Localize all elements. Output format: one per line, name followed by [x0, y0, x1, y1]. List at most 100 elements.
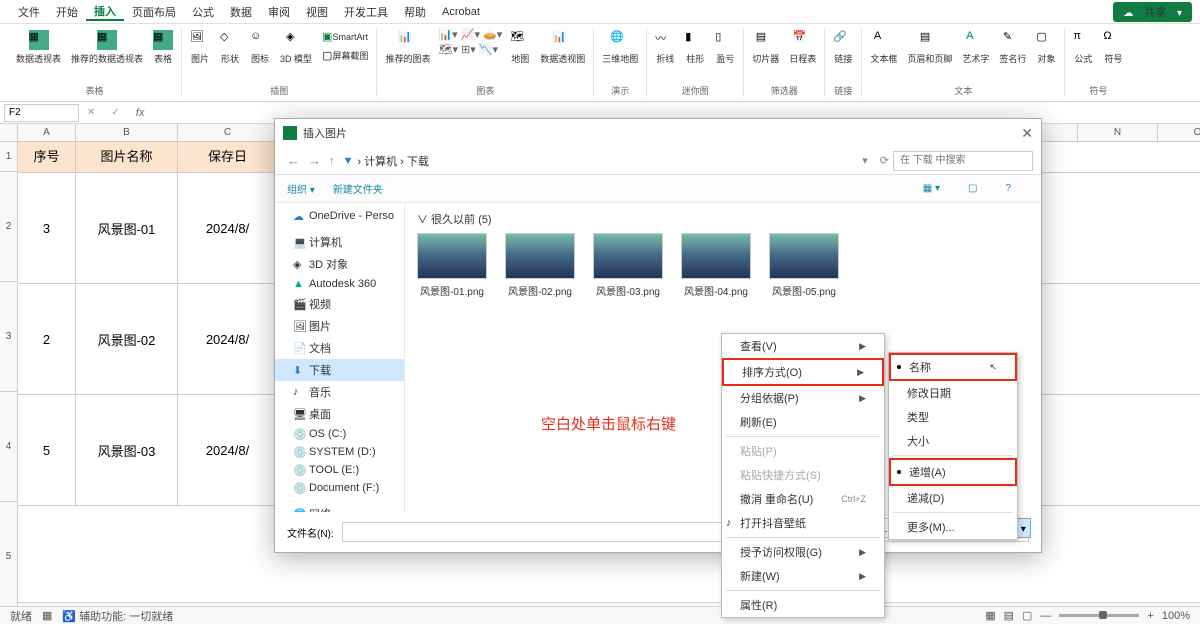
sidebar-3d[interactable]: ◈3D 对象 [275, 253, 404, 275]
sidebar-disk-e[interactable]: 💿TOOL (E:) [275, 461, 404, 479]
wordart-button[interactable]: A艺术字 [960, 28, 991, 67]
header-name[interactable]: 图片名称 [76, 142, 178, 172]
sidebar-pictures[interactable]: 🖼图片 [275, 315, 404, 337]
file-item[interactable]: 风景图-03.png [593, 233, 663, 298]
header-seq[interactable]: 序号 [18, 142, 76, 172]
textbox-button[interactable]: A文本框 [868, 28, 899, 67]
pivot-chart-button[interactable]: 📊数据透视图 [538, 28, 587, 67]
share-button[interactable]: ☁ 共享 ▾ [1113, 2, 1192, 22]
sort-asc[interactable]: 递增(A) [889, 458, 1017, 486]
equation-button[interactable]: π公式 [1071, 28, 1095, 67]
view-layout-icon[interactable]: ▤ [1004, 609, 1014, 622]
view-icon[interactable]: ▦ ▾ [923, 183, 940, 194]
organize-button[interactable]: 组织 ▾ [287, 181, 315, 196]
ctx-undo[interactable]: 撤消 重命名(U)Ctrl+Z [722, 487, 884, 511]
sidebar-network[interactable]: 🌐网络 [275, 503, 404, 512]
ctx-group[interactable]: 分组依据(P)▶ [722, 386, 884, 410]
shapes-button[interactable]: ◇形状 [218, 28, 242, 67]
ctx-douyin[interactable]: ♪打开抖音壁纸 [722, 511, 884, 535]
formula-cancel-icon[interactable]: ✕ [87, 107, 95, 118]
formula-enter-icon[interactable]: ✓ [111, 107, 119, 118]
sort-date[interactable]: 修改日期 [889, 381, 1017, 405]
header-date[interactable]: 保存日 [178, 142, 278, 172]
preview-icon[interactable]: ▢ [968, 183, 977, 194]
menu-formulas[interactable]: 公式 [184, 4, 222, 20]
nav-fwd-icon[interactable]: → [308, 153, 321, 168]
ctx-sort[interactable]: 排序方式(O)▶ [722, 358, 884, 386]
sort-size[interactable]: 大小 [889, 429, 1017, 453]
pivot-table-button[interactable]: ▦数据透视表 [14, 28, 63, 67]
menu-data[interactable]: 数据 [222, 4, 260, 20]
icons-button[interactable]: ☺图标 [248, 28, 272, 67]
ctx-access[interactable]: 授予访问权限(G)▶ [722, 540, 884, 564]
menu-help[interactable]: 帮助 [396, 4, 434, 20]
sidebar-disk-f[interactable]: 💿Document (F:) [275, 479, 404, 497]
menu-file[interactable]: 文件 [10, 4, 48, 20]
breadcrumb[interactable]: › 计算机 › 下载 [357, 153, 854, 169]
view-break-icon[interactable]: ▢ [1022, 609, 1032, 622]
ctx-properties[interactable]: 属性(R) [722, 593, 884, 617]
sidebar-music[interactable]: ♪音乐 [275, 381, 404, 403]
slicer-button[interactable]: ▤切片器 [750, 28, 781, 67]
sparkline-line[interactable]: 〰折线 [653, 28, 677, 67]
table-button[interactable]: ▦表格 [151, 28, 175, 67]
sidebar-downloads[interactable]: ⬇下载 [275, 359, 404, 381]
nav-back-icon[interactable]: ← [287, 153, 300, 168]
map-button[interactable]: 🗺地图 [508, 28, 532, 67]
ctx-view[interactable]: 查看(V)▶ [722, 334, 884, 358]
sidebar-video[interactable]: 🎬视频 [275, 293, 404, 315]
nav-up-icon[interactable]: ↑ [329, 155, 335, 167]
sort-more[interactable]: 更多(M)... [889, 515, 1017, 539]
sort-desc[interactable]: 递减(D) [889, 486, 1017, 510]
ctx-new[interactable]: 新建(W)▶ [722, 564, 884, 588]
sidebar-desktop[interactable]: 🖥桌面 [275, 403, 404, 425]
new-folder-button[interactable]: 新建文件夹 [333, 181, 383, 196]
menu-acrobat[interactable]: Acrobat [434, 6, 488, 18]
close-icon[interactable]: ✕ [1021, 125, 1033, 142]
sidebar-onedrive[interactable]: ☁OneDrive - Perso [275, 207, 404, 225]
sparkline-winloss[interactable]: ▯盈亏 [713, 28, 737, 67]
menu-dev[interactable]: 开发工具 [336, 4, 396, 20]
sort-name[interactable]: 名称↖ [889, 353, 1017, 381]
smartart-button[interactable]: ▣SmartArt [320, 28, 370, 45]
file-item[interactable]: 风景图-04.png [681, 233, 751, 298]
name-box[interactable] [4, 104, 79, 122]
rec-charts-button[interactable]: 📊推荐的图表 [383, 28, 432, 67]
sort-type[interactable]: 类型 [889, 405, 1017, 429]
menu-layout[interactable]: 页面布局 [124, 4, 184, 20]
help-icon[interactable]: ? [1005, 183, 1011, 194]
3dmap-button[interactable]: 🌐三维地图 [600, 28, 640, 67]
view-normal-icon[interactable]: ▦ [985, 609, 995, 622]
sidebar-disk-d[interactable]: 💿SYSTEM (D:) [275, 443, 404, 461]
search-input[interactable] [893, 151, 1033, 171]
timeline-button[interactable]: 📅日程表 [787, 28, 818, 67]
zoom-level[interactable]: 100% [1162, 610, 1190, 622]
menu-review[interactable]: 审阅 [260, 4, 298, 20]
file-item[interactable]: 风景图-01.png [417, 233, 487, 298]
menu-view[interactable]: 视图 [298, 4, 336, 20]
link-button[interactable]: 🔗链接 [831, 28, 855, 67]
header-footer-button[interactable]: ▤页眉和页脚 [905, 28, 954, 67]
screenshot-button[interactable]: ▢屏幕截图 [320, 47, 370, 64]
sparkline-column[interactable]: ▮柱形 [683, 28, 707, 67]
file-item[interactable]: 风景图-02.png [505, 233, 575, 298]
menu-home[interactable]: 开始 [48, 4, 86, 20]
sidebar-autodesk[interactable]: ▲Autodesk 360 [275, 275, 404, 293]
zoom-slider[interactable] [1059, 614, 1139, 617]
object-button[interactable]: ▢对象 [1034, 28, 1058, 67]
chart-type-icon-2[interactable]: 🗺▾ ⊞▾ 📉▾ [438, 43, 502, 56]
file-item[interactable]: 风景图-05.png [769, 233, 839, 298]
group-header[interactable]: ∨ 很久以前 (5) [417, 211, 1029, 227]
symbol-button[interactable]: Ω符号 [1101, 28, 1125, 67]
refresh-icon[interactable]: ⟳ [880, 154, 889, 167]
ctx-refresh[interactable]: 刷新(E) [722, 410, 884, 434]
fx-icon[interactable]: fx [136, 107, 145, 119]
3dmodel-button[interactable]: ◈3D 模型 [278, 28, 314, 67]
recommended-pivot-button[interactable]: ▦推荐的数据透视表 [69, 28, 145, 67]
picture-button[interactable]: 🖼图片 [188, 28, 212, 67]
signature-button[interactable]: ✎签名行 [997, 28, 1028, 67]
sidebar-disk-c[interactable]: 💿OS (C:) [275, 425, 404, 443]
menu-insert[interactable]: 插入 [86, 3, 124, 21]
sidebar-computer[interactable]: 💻计算机 [275, 231, 404, 253]
sidebar-documents[interactable]: 📄文档 [275, 337, 404, 359]
